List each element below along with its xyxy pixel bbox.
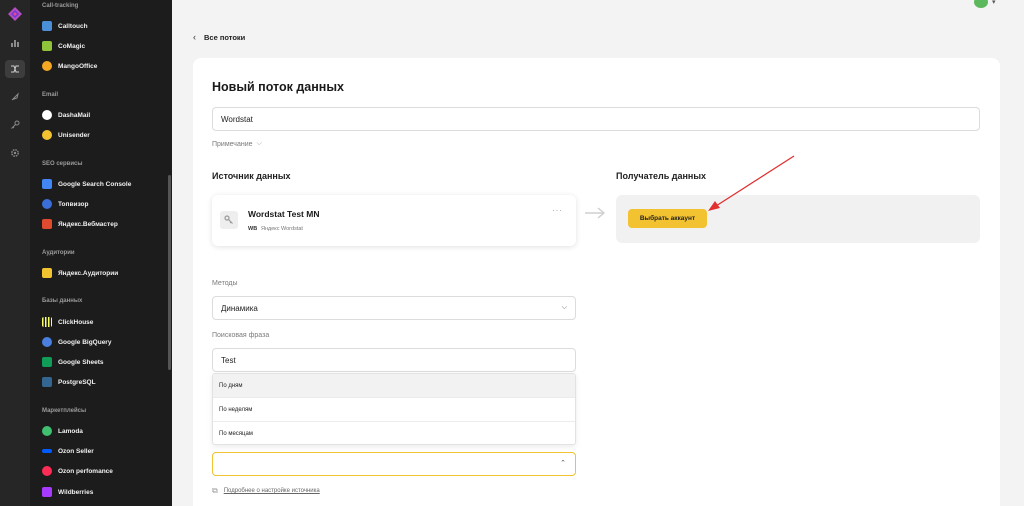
annotation-arrow xyxy=(708,155,795,211)
section-title-databases: Базы данных xyxy=(42,298,83,304)
connectors-sidebar: Call-tracking Calltouch CoMagic MangoOff… xyxy=(30,0,172,506)
flow-name-input[interactable]: Wordstat xyxy=(212,107,980,131)
clickhouse-icon xyxy=(42,317,52,327)
sidebar-item-calltouch[interactable]: Calltouch xyxy=(42,19,88,33)
more-options-icon[interactable]: ··· xyxy=(552,205,563,215)
methods-select-value: Динамика xyxy=(221,303,258,313)
rocket-icon[interactable] xyxy=(8,90,22,104)
source-type: Яндекс Wordstat xyxy=(261,226,303,232)
section-title-audiences: Аудитории xyxy=(42,250,75,256)
section-title-seo: SEO сервисы xyxy=(42,161,83,167)
flows-icon[interactable] xyxy=(5,60,25,78)
dropdown-option-daily[interactable]: По дням xyxy=(213,374,575,398)
external-link-icon: ⧉ xyxy=(212,486,218,495)
chevron-left-icon: ‹ xyxy=(193,32,196,42)
sidebar-scrollbar[interactable] xyxy=(168,175,171,370)
help-link-label: Подробнее о настройке источника xyxy=(223,488,320,494)
period-dropdown: По дням По неделям По месяцам xyxy=(212,373,576,445)
source-card[interactable]: Wordstat Test MN WB Яндекс Wordstat ··· xyxy=(212,195,576,246)
search-phrase-label: Поисковая фраза xyxy=(212,332,270,339)
note-label: Примечание xyxy=(212,140,253,148)
source-heading: Источник данных xyxy=(212,171,291,181)
section-title-marketplaces: Маркетплейсы xyxy=(42,408,87,414)
select-account-button[interactable]: Выбрать аккаунт xyxy=(628,209,707,228)
chevron-down-icon: ⌵ xyxy=(256,140,262,147)
sidebar-item-yandex-audience[interactable]: Яндекс.Аудитории xyxy=(42,266,118,280)
ozon-seller-icon xyxy=(42,449,52,453)
wildberries-icon xyxy=(42,487,52,497)
settings-icon[interactable] xyxy=(8,146,22,160)
back-link-label: Все потоки xyxy=(204,32,246,42)
sidebar-item-bigquery[interactable]: Google BigQuery xyxy=(42,335,111,349)
icon-rail xyxy=(0,0,30,506)
wordstat-logo-icon: WB xyxy=(248,226,258,232)
sidebar-item-ozon-seller[interactable]: Ozon Seller xyxy=(42,444,94,458)
help-link[interactable]: ⧉ Подробнее о настройке источника xyxy=(212,486,320,496)
dashamail-icon xyxy=(42,110,52,120)
yandex-webmaster-icon xyxy=(42,219,52,229)
period-select[interactable]: ⌃ xyxy=(212,452,576,476)
search-phrase-input[interactable]: Test xyxy=(212,348,576,372)
unisender-icon xyxy=(42,130,52,140)
sidebar-item-wildberries[interactable]: Wildberries xyxy=(42,485,93,499)
section-title-call-tracking: Call-tracking xyxy=(42,3,79,9)
key-icon[interactable] xyxy=(8,118,22,132)
sidebar-item-lamoda[interactable]: Lamoda xyxy=(42,424,83,438)
ozon-performance-icon xyxy=(42,466,52,476)
chevron-up-icon: ⌃ xyxy=(560,460,566,467)
comagic-icon xyxy=(42,41,52,51)
lamoda-icon xyxy=(42,426,52,436)
arrow-right-icon xyxy=(585,207,606,219)
sidebar-item-google-search-console[interactable]: Google Search Console xyxy=(42,177,131,191)
methods-select[interactable]: Динамика ⌵ xyxy=(212,296,576,320)
app-logo-icon[interactable] xyxy=(8,7,22,21)
key-icon xyxy=(220,211,238,229)
sidebar-item-yandex-webmaster[interactable]: Яндекс.Вебмастер xyxy=(42,217,118,231)
chevron-down-icon[interactable]: ▾ xyxy=(992,0,996,6)
sidebar-item-clickhouse[interactable]: ClickHouse xyxy=(42,315,93,329)
bigquery-icon xyxy=(42,337,52,347)
sidebar-item-dashamail[interactable]: DashaMail xyxy=(42,108,90,122)
calltouch-icon xyxy=(42,21,52,31)
search-phrase-value: Test xyxy=(221,355,236,365)
sidebar-item-comagic[interactable]: CoMagic xyxy=(42,39,85,53)
topvisor-icon xyxy=(42,199,52,209)
sidebar-item-ozon-performance[interactable]: Ozon perfomance xyxy=(42,464,113,478)
google-search-console-icon xyxy=(42,179,52,189)
sidebar-item-postgresql[interactable]: PostgreSQL xyxy=(42,375,96,389)
note-toggle[interactable]: Примечание ⌵ xyxy=(212,140,262,148)
sidebar-item-topvisor[interactable]: Топвизор xyxy=(42,197,88,211)
google-sheets-icon xyxy=(42,357,52,367)
chart-icon[interactable] xyxy=(8,36,22,50)
methods-label: Методы xyxy=(212,280,238,287)
postgresql-icon xyxy=(42,377,52,387)
user-avatar[interactable] xyxy=(974,0,988,8)
sidebar-item-google-sheets[interactable]: Google Sheets xyxy=(42,355,104,369)
sidebar-item-unisender[interactable]: Unisender xyxy=(42,128,90,142)
yandex-audience-icon xyxy=(42,268,52,278)
dropdown-option-weekly[interactable]: По неделям xyxy=(213,398,575,422)
source-name: Wordstat Test MN xyxy=(248,209,320,219)
back-link[interactable]: ‹ Все потоки xyxy=(193,30,245,44)
dropdown-option-monthly[interactable]: По месяцам xyxy=(213,422,575,446)
mangooffice-icon xyxy=(42,61,52,71)
sidebar-item-mangooffice[interactable]: MangoOffice xyxy=(42,59,97,73)
chevron-down-icon: ⌵ xyxy=(561,304,567,311)
section-title-email: Email xyxy=(42,92,59,98)
page-title: Новый поток данных xyxy=(212,80,344,94)
destination-heading: Получатель данных xyxy=(616,171,707,181)
